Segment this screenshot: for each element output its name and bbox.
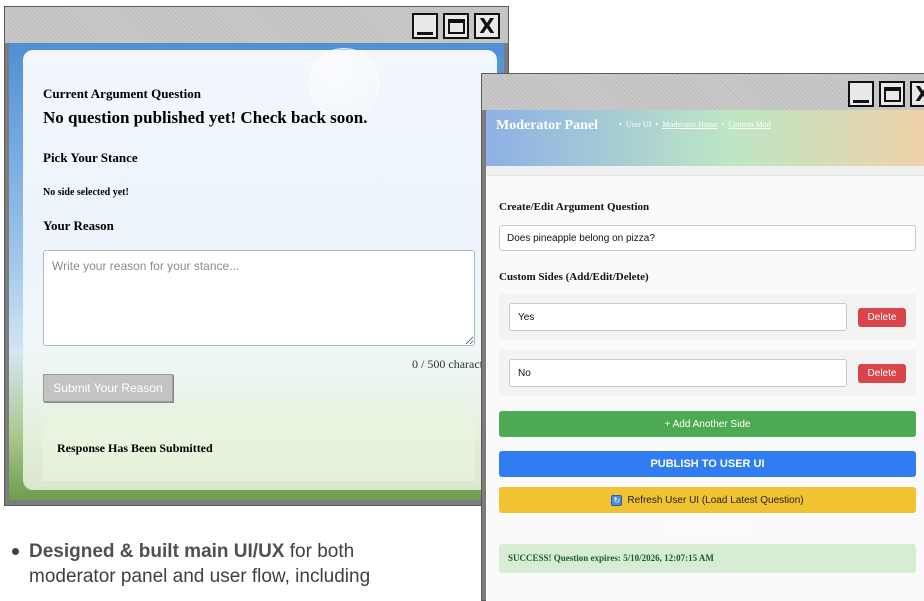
success-message: SUCCESS! Question expires: 5/10/2026, 12… <box>499 544 916 573</box>
side-input[interactable] <box>509 303 847 331</box>
minimize-button[interactable] <box>848 81 874 107</box>
mod-viewport: Moderator Panel • User UI • Moderator Ho… <box>486 110 924 601</box>
delete-side-button[interactable]: Delete <box>858 308 906 327</box>
maximize-button[interactable] <box>443 13 469 39</box>
refresh-label: Refresh User UI (Load Latest Question) <box>627 494 804 506</box>
mod-header: Moderator Panel • User UI • Moderator Ho… <box>486 110 924 166</box>
close-button[interactable]: X <box>474 13 500 39</box>
bullet-dot-icon <box>12 548 19 555</box>
reason-label: Your Reason <box>43 218 114 233</box>
publish-button[interactable]: PUBLISH TO USER UI <box>499 451 916 477</box>
question-input[interactable] <box>499 225 916 251</box>
bullet-rest-text: for both <box>284 541 355 562</box>
close-icon: X <box>915 82 924 106</box>
custom-sides-label: Custom Sides (Add/Edit/Delete) <box>499 271 649 283</box>
nav-bullet: • <box>721 120 725 129</box>
bullet-bold-text: Designed & built main UI/UX <box>29 541 285 562</box>
close-icon: X <box>479 14 495 38</box>
bullet-line2-text: moderator panel and user flow, including <box>29 566 371 587</box>
question-section-label: Create/Edit Argument Question <box>499 201 650 213</box>
user-window-titlebar[interactable]: X <box>5 7 508 43</box>
submit-reason-button[interactable]: Submit Your Reason <box>43 374 173 402</box>
side-input[interactable] <box>509 359 847 387</box>
question-label: Current Argument Question <box>43 86 201 101</box>
nav-link-content-mod[interactable]: Content Mod <box>728 120 770 129</box>
reason-textarea[interactable] <box>43 250 475 346</box>
nav-bullet: • <box>619 120 622 129</box>
user-ui-window: X Current Argument Question No question … <box>4 6 509 506</box>
maximize-icon <box>883 86 901 102</box>
user-card: Current Argument Question No question pu… <box>23 50 497 490</box>
no-side-selected-text: No side selected yet! <box>43 187 129 198</box>
close-button[interactable]: X <box>910 81 924 107</box>
maximize-icon <box>447 18 465 34</box>
nav-link-user-ui[interactable]: User UI <box>626 120 652 129</box>
minimize-icon <box>853 99 869 103</box>
nav-bullet: • <box>655 120 659 129</box>
bullet-text-body: Designed & built main UI/UX for both mode… <box>12 539 487 589</box>
background-bullet-text: Designed & built main UI/UX for both mode… <box>12 539 487 589</box>
refresh-user-ui-button[interactable]: ↻ Refresh User UI (Load Latest Question) <box>499 487 916 513</box>
open-new-tab-link[interactable]: Open User UI in New Tab <box>486 524 924 533</box>
mod-nav: • User UI • Moderator Home • Content Mod <box>619 120 771 129</box>
mod-window-titlebar[interactable]: X <box>482 74 924 110</box>
user-viewport: Current Argument Question No question pu… <box>9 43 504 500</box>
side-row: Delete <box>499 294 916 340</box>
minimize-icon <box>417 31 433 35</box>
refresh-icon: ↻ <box>611 494 623 506</box>
maximize-button[interactable] <box>879 81 905 107</box>
section-divider <box>486 166 924 176</box>
minimize-button[interactable] <box>412 13 438 39</box>
side-row: Delete <box>499 350 916 396</box>
stance-label: Pick Your Stance <box>43 150 138 165</box>
mod-panel-title: Moderator Panel <box>496 118 598 133</box>
add-side-button[interactable]: + Add Another Side <box>499 411 916 437</box>
nav-link-moderator-home[interactable]: Moderator Home <box>662 120 717 129</box>
mod-panel-body: Create/Edit Argument Question Custom Sid… <box>486 166 924 601</box>
delete-side-button[interactable]: Delete <box>858 364 906 383</box>
response-submitted-text: Response Has Been Submitted <box>57 441 213 455</box>
moderator-window: X Moderator Panel • User UI • Moderator … <box>481 73 924 601</box>
question-text: No question published yet! Check back so… <box>43 108 368 127</box>
